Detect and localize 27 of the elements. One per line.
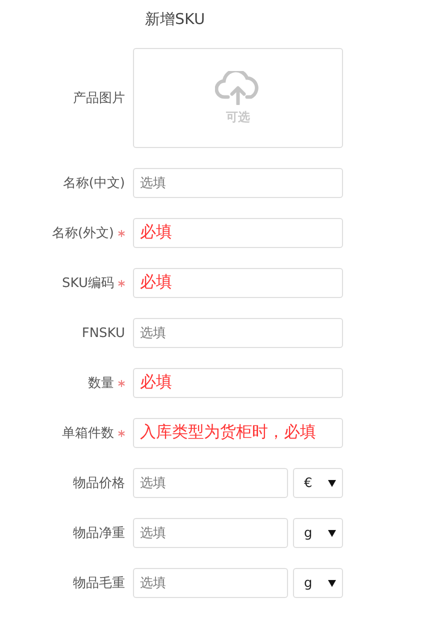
caret-icon — [328, 580, 336, 586]
input-field[interactable]: 必填 — [133, 368, 343, 398]
unit-select[interactable]: € — [293, 468, 343, 498]
input-field[interactable]: 必填 — [133, 268, 343, 298]
unit-select[interactable]: g — [293, 518, 343, 548]
input-field[interactable]: 选填 — [133, 568, 288, 598]
field-label: 名称(中文) — [62, 175, 125, 192]
field-label: SKU编码 — [62, 275, 114, 292]
field-label: 单箱件数 — [62, 425, 114, 442]
input-field[interactable]: 入库类型为货柜时，必填 — [133, 418, 343, 448]
field-label: 数量 — [88, 375, 114, 392]
field-label: 物品价格 — [73, 475, 125, 492]
input-field[interactable]: 必填 — [133, 218, 343, 248]
form-title: 新增SKU — [145, 9, 206, 30]
input-field[interactable]: 选填 — [133, 468, 288, 498]
field-label: 产品图片 — [73, 90, 125, 107]
caret-icon — [328, 530, 336, 536]
cloud-upload-icon — [215, 70, 261, 104]
field-label: FNSKU — [82, 326, 125, 340]
input-field[interactable]: 选填 — [133, 168, 343, 198]
input-field[interactable]: 选填 — [133, 518, 288, 548]
field-label: 名称(外文) — [52, 225, 114, 242]
field-label: 物品毛重 — [73, 575, 125, 592]
caret-icon — [328, 480, 336, 486]
unit-select[interactable]: g — [293, 568, 343, 598]
input-field[interactable]: 选填 — [133, 318, 343, 348]
field-label: 物品净重 — [73, 525, 125, 542]
